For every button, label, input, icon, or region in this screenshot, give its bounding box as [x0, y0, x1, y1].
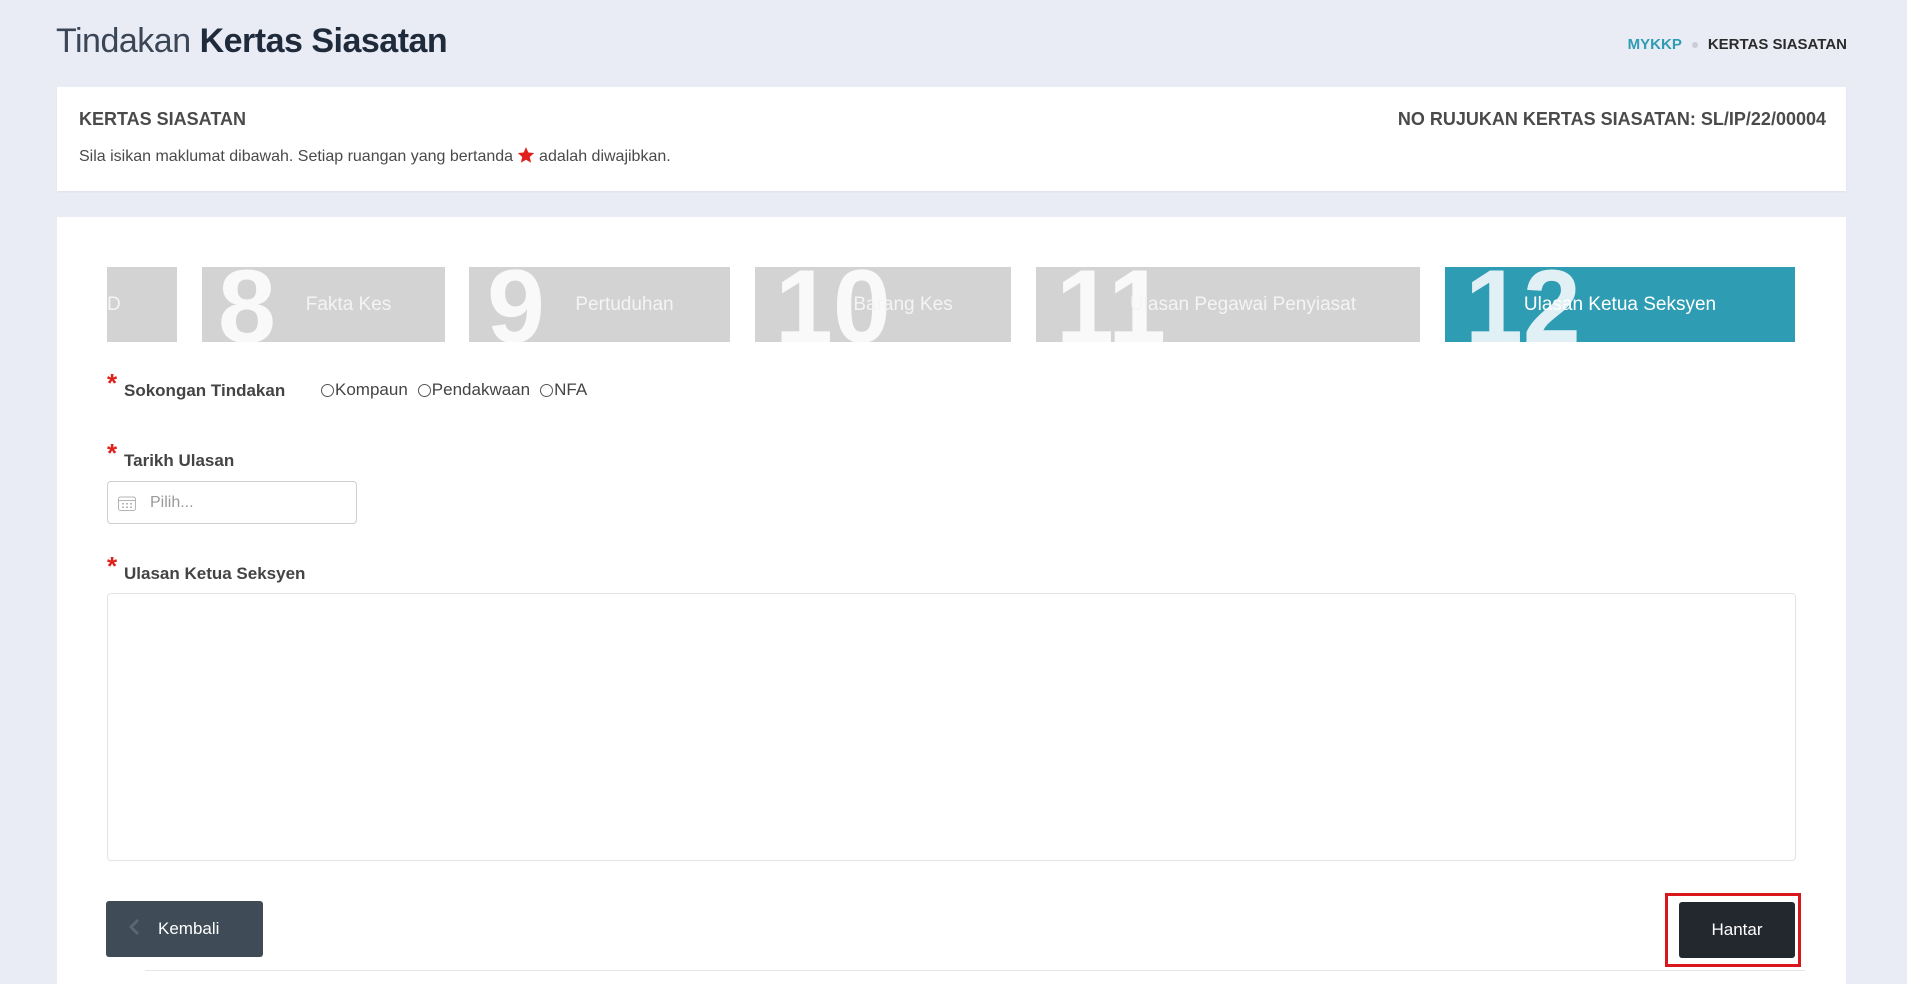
- radio-pendakwaan[interactable]: Pendakwaan: [417, 380, 531, 400]
- date-input[interactable]: Pilih...: [107, 481, 357, 524]
- page-title-light: Tindakan: [56, 22, 191, 60]
- breadcrumb-current: KERTAS SIASATAN: [1707, 36, 1847, 53]
- divider: [145, 970, 1805, 971]
- step-tab-9[interactable]: 9 Pertuduhan: [469, 267, 730, 342]
- chevron-left-icon: [128, 916, 140, 942]
- step-label: Barang Kes: [853, 294, 953, 315]
- required-marker: *: [107, 368, 118, 398]
- required-marker: *: [107, 551, 118, 581]
- radio-circle[interactable]: [540, 383, 554, 397]
- instruction-text: Sila isikan maklumat dibawah. Setiap rua…: [79, 146, 671, 168]
- action-label: Sokongan Tindakan: [124, 381, 286, 400]
- info-title: KERTAS SIASATAN: [79, 109, 247, 129]
- instruction-before: Sila isikan maklumat dibawah. Setiap rua…: [79, 148, 514, 165]
- step-tab-7[interactable]: D: [107, 267, 177, 342]
- step-label: Ulasan Ketua Seksyen: [1523, 294, 1717, 315]
- radio-label: Pendakwaan: [431, 380, 531, 399]
- step-label: Pertuduhan: [575, 294, 674, 315]
- page-title: Tindakan Kertas Siasatan: [56, 22, 448, 61]
- action-radio-group: Kompaun Pendakwaan NFA: [321, 380, 587, 400]
- breadcrumb-home-link[interactable]: MYKKP: [1628, 36, 1682, 53]
- breadcrumb: MYKKP KERTAS SIASATAN: [1628, 36, 1847, 53]
- step-label: Fakta Kes: [305, 294, 392, 315]
- reference-number: NO RUJUKAN KERTAS SIASATAN: SL/IP/22/000…: [1397, 109, 1826, 129]
- step-tab-12[interactable]: 12 Ulasan Ketua Seksyen: [1445, 267, 1795, 342]
- required-marker: *: [107, 438, 118, 468]
- comment-textarea[interactable]: [107, 593, 1796, 861]
- radio-circle[interactable]: [417, 383, 431, 397]
- submit-button-label: Hantar: [1711, 920, 1763, 939]
- step-tabs: D 8 Fakta Kes 9 Pertuduhan 10 Barang Kes…: [107, 267, 1796, 342]
- form-card: D 8 Fakta Kes 9 Pertuduhan 10 Barang Kes…: [57, 217, 1846, 984]
- comment-label: Ulasan Ketua Seksyen: [124, 564, 306, 583]
- radio-kompaun[interactable]: Kompaun: [321, 380, 408, 400]
- step-tab-11[interactable]: 11 Ulasan Pegawai Penyiasat: [1036, 267, 1420, 342]
- step-tab-8[interactable]: 8 Fakta Kes: [202, 267, 445, 342]
- page-title-bold: Kertas Siasatan: [199, 22, 448, 60]
- calendar-icon: [118, 495, 136, 511]
- radio-label: Kompaun: [335, 380, 408, 399]
- step-label: D: [107, 294, 121, 315]
- submit-button[interactable]: Hantar: [1679, 902, 1795, 958]
- breadcrumb-separator: [1691, 41, 1698, 48]
- step-tab-10[interactable]: 10 Barang Kes: [755, 267, 1011, 342]
- back-button-label: Kembali: [158, 919, 220, 938]
- back-button[interactable]: Kembali: [106, 901, 263, 957]
- radio-circle[interactable]: [321, 383, 334, 397]
- step-label: Ulasan Pegawai Penyiasat: [1129, 294, 1357, 315]
- star-icon: [517, 146, 535, 168]
- page-header: Tindakan Kertas Siasatan MYKKP KERTAS SI…: [56, 18, 1847, 68]
- radio-nfa[interactable]: NFA: [540, 380, 587, 400]
- date-label: Tarikh Ulasan: [124, 451, 235, 470]
- instruction-after: adalah diwajibkan.: [539, 148, 671, 165]
- date-placeholder: Pilih...: [150, 493, 194, 511]
- info-card: KERTAS SIASATAN NO RUJUKAN KERTAS SIASAT…: [57, 87, 1846, 191]
- radio-label: NFA: [554, 380, 588, 399]
